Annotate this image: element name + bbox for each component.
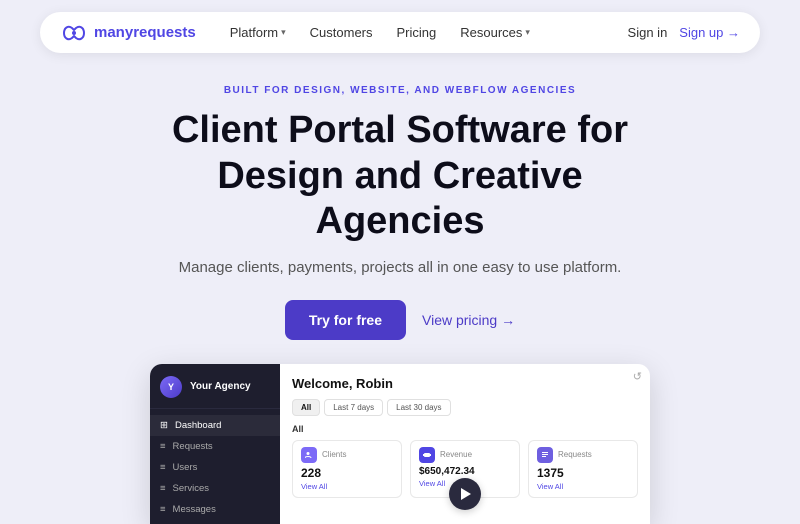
revenue-icon: [419, 447, 435, 463]
agency-header: Y Your Agency: [150, 376, 280, 409]
nav-pricing[interactable]: Pricing: [387, 20, 447, 45]
hero-subtitle: Manage clients, payments, projects all i…: [40, 259, 760, 276]
requests-icon: ≡: [160, 441, 166, 452]
users-icon: ≡: [160, 462, 166, 473]
revenue-card-header: Revenue: [419, 447, 511, 463]
nav-auth: Sign in Sign up →: [628, 25, 740, 40]
signin-button[interactable]: Sign in: [628, 25, 668, 40]
nav-platform[interactable]: Platform ▾: [220, 20, 296, 45]
messages-icon: ≡: [160, 504, 166, 515]
try-free-button[interactable]: Try for free: [285, 300, 406, 340]
clients-icon: [301, 447, 317, 463]
hero-cta: Try for free View pricing →: [40, 300, 760, 340]
play-button[interactable]: [449, 478, 481, 510]
tab-30days[interactable]: Last 30 days: [387, 399, 450, 416]
date-tabs: All Last 7 days Last 30 days: [292, 399, 638, 416]
dashboard-icon: ⊞: [160, 420, 168, 431]
clients-card-header: Clients: [301, 447, 393, 463]
hero-badge: BUILT FOR DESIGN, WEBSITE, AND WEBFLOW A…: [40, 85, 760, 96]
logo[interactable]: manyrequests: [60, 24, 196, 42]
nav-links: Platform ▾ Customers Pricing Resources ▾: [220, 20, 628, 45]
sidebar-item-dashboard[interactable]: ⊞ Dashboard: [150, 415, 280, 436]
refresh-icon[interactable]: ↺: [633, 370, 642, 383]
hero-section: BUILT FOR DESIGN, WEBSITE, AND WEBFLOW A…: [0, 65, 800, 364]
services-icon: ≡: [160, 483, 166, 494]
tab-all[interactable]: All: [292, 399, 320, 416]
hero-title: Client Portal Software for Design and Cr…: [40, 108, 760, 245]
signup-button[interactable]: Sign up →: [679, 25, 740, 40]
nav-customers[interactable]: Customers: [300, 20, 383, 45]
revenue-label: Revenue: [440, 450, 472, 459]
navbar: manyrequests Platform ▾ Customers Pricin…: [0, 0, 800, 65]
requests-card-header: Requests: [537, 447, 629, 463]
section-label: All: [292, 424, 638, 434]
logo-text: manyrequests: [94, 24, 196, 41]
play-icon: [461, 488, 471, 500]
sidebar-item-users[interactable]: ≡ Users: [150, 457, 280, 478]
tab-7days[interactable]: Last 7 days: [324, 399, 383, 416]
chevron-down-icon-2: ▾: [525, 27, 530, 38]
sidebar-item-services[interactable]: ≡ Services: [150, 478, 280, 499]
sidebar-item-invoices[interactable]: ≡ Invoices: [150, 520, 280, 524]
sidebar-item-messages[interactable]: ≡ Messages: [150, 499, 280, 520]
sidebar-item-requests[interactable]: ≡ Requests: [150, 436, 280, 457]
requests-label: Requests: [558, 450, 592, 459]
view-pricing-button[interactable]: View pricing →: [422, 312, 515, 328]
welcome-message: Welcome, Robin: [292, 376, 638, 391]
clients-label: Clients: [322, 450, 346, 459]
avatar: Y: [160, 376, 182, 398]
play-button-overlay: [280, 478, 650, 510]
requests-icon: [537, 447, 553, 463]
nav-resources[interactable]: Resources ▾: [450, 20, 540, 45]
agency-name: Your Agency: [190, 381, 251, 392]
chevron-down-icon: ▾: [281, 27, 286, 38]
revenue-value: $650,472.34: [419, 466, 511, 477]
